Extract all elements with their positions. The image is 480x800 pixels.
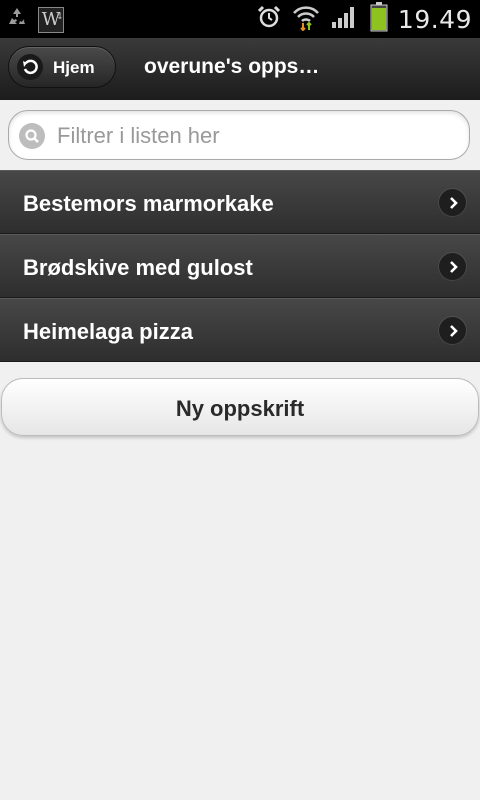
wifi-icon (292, 3, 320, 36)
status-bar-left: W4 (4, 4, 64, 35)
header-bar: Hjem overune's opps… (0, 38, 480, 101)
status-bar-right: 19.49 (256, 0, 472, 38)
filter-field[interactable] (8, 110, 470, 160)
new-recipe-label: Ny oppskrift (175, 396, 305, 421)
new-recipe-button[interactable]: Ny oppskrift (1, 378, 479, 436)
status-bar: W4 19.49 (0, 0, 480, 38)
alarm-icon (256, 4, 282, 35)
list-item-label: Heimelaga pizza (23, 319, 193, 344)
recipe-list: Bestemors marmorkake Brødskive med gulos… (0, 170, 480, 362)
status-time: 19.49 (397, 4, 472, 34)
recycle-icon (4, 4, 30, 35)
filter-input[interactable] (55, 117, 459, 155)
list-item[interactable]: Brødskive med gulost (0, 234, 480, 298)
home-back-label: Hjem (53, 58, 95, 77)
list-item-label: Brødskive med gulost (23, 255, 253, 280)
home-back-button[interactable]: Hjem (8, 46, 116, 88)
chevron-right-icon (439, 317, 466, 344)
list-item-label: Bestemors marmorkake (23, 191, 274, 216)
signal-icon (330, 4, 360, 35)
chevron-right-icon (439, 253, 466, 280)
search-icon (19, 123, 45, 149)
w4-app-icon: W4 (38, 6, 64, 33)
page-title: overune's opps… (144, 55, 320, 78)
filter-bar (0, 100, 480, 170)
list-item[interactable]: Heimelaga pizza (0, 298, 480, 362)
battery-icon (370, 1, 388, 37)
chevron-right-icon (439, 189, 466, 216)
back-arrow-icon (17, 54, 43, 80)
list-item[interactable]: Bestemors marmorkake (0, 170, 480, 234)
w4-app-sup: 4 (56, 11, 62, 21)
